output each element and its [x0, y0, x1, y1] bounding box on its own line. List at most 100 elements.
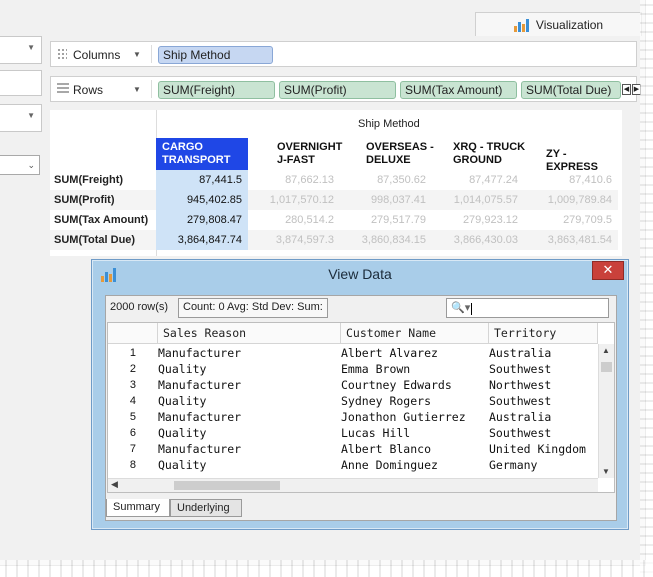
grid-header-territory[interactable]: Territory	[489, 323, 598, 344]
grid-corner	[108, 323, 158, 344]
grid-cell-sales-reason[interactable]: Manufacturer	[158, 441, 241, 457]
grid-cell-territory[interactable]: Southwest	[489, 425, 551, 441]
table-cell[interactable]: 87,477.24	[432, 170, 524, 190]
dialog-titlebar[interactable]: View Data ✕	[92, 260, 628, 289]
scroll-left-icon[interactable]: ◀	[622, 84, 631, 95]
rows-shelf-label: Rows	[73, 83, 104, 97]
row-count: 2000 row(s)	[110, 301, 169, 313]
data-grid: Sales Reason Customer Name Territory 1 M…	[107, 322, 615, 493]
table-cell[interactable]: 945,402.85	[156, 190, 248, 210]
table-cell[interactable]: 998,037.41	[340, 190, 432, 210]
grid-cell-customer-name[interactable]: Anne Dominguez	[341, 457, 438, 473]
grid-cell-territory[interactable]: Germany	[489, 457, 537, 473]
table-cell[interactable]: 279,808.47	[156, 210, 248, 230]
chevron-down-icon: ▼	[27, 43, 35, 52]
table-cell[interactable]: 3,866,430.03	[432, 230, 524, 250]
left-panel-box-3[interactable]: ▼	[0, 104, 42, 132]
grid-cell-sales-reason[interactable]: Quality	[158, 393, 206, 409]
grid-cell-sales-reason[interactable]: Quality	[158, 361, 206, 377]
table-cell[interactable]: 1,017,570.12	[250, 190, 340, 210]
row-pill-profit[interactable]: SUM(Profit)	[279, 81, 396, 99]
grid-cell-customer-name[interactable]: Sydney Rogers	[341, 393, 431, 409]
search-input[interactable]: 🔍▾	[446, 298, 609, 318]
ship-method-header: Ship Method	[358, 118, 420, 130]
grid-cell-sales-reason[interactable]: Quality	[158, 457, 206, 473]
table-cell[interactable]: 3,863,481.54	[524, 230, 618, 250]
grid-header-sales-reason[interactable]: Sales Reason	[158, 323, 341, 344]
table-cell[interactable]: 3,864,847.74	[156, 230, 248, 250]
scroll-thumb[interactable]	[174, 481, 280, 490]
row-label-freight: SUM(Freight)	[54, 174, 124, 186]
grid-cell-territory[interactable]: Southwest	[489, 361, 551, 377]
grid-header-customer-name[interactable]: Customer Name	[341, 323, 489, 344]
grid-cell-customer-name[interactable]: Emma Brown	[341, 361, 410, 377]
view-data-dialog: View Data ✕ 2000 row(s) Count: 0 Avg: St…	[91, 259, 629, 530]
torn-edge-right	[640, 0, 653, 577]
pill-pager[interactable]: ◀ ▶	[621, 84, 641, 95]
row-pill-tax-amount[interactable]: SUM(Tax Amount)	[400, 81, 517, 99]
close-button[interactable]: ✕	[592, 261, 624, 280]
chart-icon	[513, 18, 530, 32]
chevron-down-icon[interactable]: ▼	[133, 85, 141, 94]
grid-cell-customer-name[interactable]: Courtney Edwards	[341, 377, 452, 393]
grid-cell-sales-reason[interactable]: Quality	[158, 425, 206, 441]
text-caret	[471, 303, 472, 315]
tab-summary[interactable]: Summary	[106, 499, 170, 517]
left-panel: ▼ ▼ ⌄	[0, 0, 44, 240]
grid-cell-territory[interactable]: United Kingdom	[489, 441, 586, 457]
column-pill-ship-method[interactable]: Ship Method	[158, 46, 273, 64]
grid-cell-territory[interactable]: Southwest	[489, 393, 551, 409]
horizontal-scrollbar[interactable]: ◀	[108, 478, 598, 492]
shelf-divider	[151, 80, 152, 98]
columns-grip-icon	[57, 48, 67, 61]
grid-cell-territory[interactable]: Australia	[489, 345, 551, 361]
vertical-scrollbar[interactable]: ▲ ▼	[598, 344, 614, 478]
row-number: 8	[129, 459, 136, 471]
table-cell[interactable]: 279,709.5	[524, 210, 618, 230]
search-icon[interactable]: 🔍▾	[451, 301, 470, 314]
left-panel-select[interactable]: ⌄	[0, 155, 40, 175]
grid-cell-territory[interactable]: Northwest	[489, 377, 551, 393]
table-cell[interactable]: 87,350.62	[340, 170, 432, 190]
scroll-thumb[interactable]	[601, 362, 612, 372]
tab-visualization[interactable]: Visualization	[475, 12, 642, 36]
columns-shelf-label: Columns	[73, 48, 121, 62]
rows-shelf[interactable]: Rows ▼ SUM(Freight) SUM(Profit) SUM(Tax …	[50, 76, 641, 102]
scroll-left-icon[interactable]: ◀	[111, 479, 118, 490]
grid-cell-sales-reason[interactable]: Manufacturer	[158, 409, 241, 425]
left-panel-box-1[interactable]: ▼	[0, 36, 42, 64]
chevron-down-icon: ▼	[27, 111, 35, 120]
data-toolbar: 2000 row(s) Count: 0 Avg: Std Dev: Sum: …	[106, 296, 616, 322]
scroll-up-icon[interactable]: ▲	[602, 346, 610, 355]
row-pill-freight[interactable]: SUM(Freight)	[158, 81, 275, 99]
grid-cell-customer-name[interactable]: Jonathon Gutierrez	[341, 409, 466, 425]
table-cell[interactable]: 87,410.6	[524, 170, 618, 190]
table-cell[interactable]: 279,923.12	[432, 210, 524, 230]
grid-cell-sales-reason[interactable]: Manufacturer	[158, 377, 241, 393]
row-number: 4	[129, 395, 136, 407]
row-label-profit: SUM(Profit)	[54, 194, 115, 206]
table-cell[interactable]: 87,662.13	[250, 170, 340, 190]
scroll-down-icon[interactable]: ▼	[602, 467, 610, 476]
row-number: 1	[129, 347, 136, 359]
grid-cell-sales-reason[interactable]: Manufacturer	[158, 345, 241, 361]
table-cell[interactable]: 279,517.79	[340, 210, 432, 230]
chevron-down-icon[interactable]: ▼	[133, 50, 141, 59]
tab-underlying[interactable]: Underlying	[170, 499, 242, 517]
grid-cell-customer-name[interactable]: Albert Blanco	[341, 441, 431, 457]
table-cell[interactable]: 1,014,075.57	[432, 190, 524, 210]
row-pill-total-due[interactable]: SUM(Total Due)	[521, 81, 621, 99]
crosstab: Ship Method CARGO TRANSPORT OVERNIGHT J-…	[50, 110, 622, 256]
row-label-tax-amount: SUM(Tax Amount)	[54, 214, 149, 226]
table-cell[interactable]: 3,860,834.15	[340, 230, 432, 250]
grid-cell-customer-name[interactable]: Lucas Hill	[341, 425, 410, 441]
table-cell[interactable]: 1,009,789.84	[524, 190, 618, 210]
table-cell[interactable]: 3,874,597.3	[250, 230, 340, 250]
grid-cell-customer-name[interactable]: Albert Alvarez	[341, 345, 438, 361]
columns-shelf[interactable]: Columns ▼ Ship Method	[50, 41, 637, 67]
table-cell[interactable]: 87,441.5	[156, 170, 248, 190]
table-cell[interactable]: 280,514.2	[250, 210, 340, 230]
grid-cell-territory[interactable]: Australia	[489, 409, 551, 425]
row-number: 5	[129, 411, 136, 423]
row-number: 3	[129, 379, 136, 391]
